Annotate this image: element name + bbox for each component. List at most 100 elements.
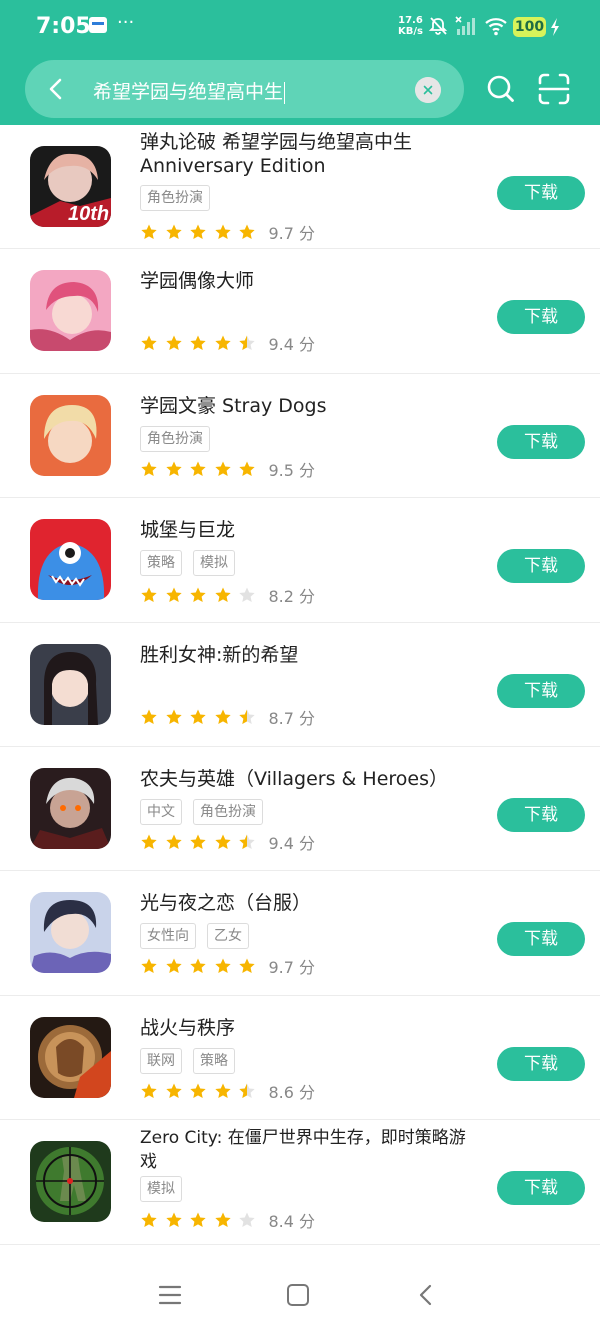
download-button[interactable]: 下载 — [497, 922, 585, 957]
net-speed-unit: KB/s — [398, 26, 423, 37]
recent-apps-icon[interactable] — [158, 1284, 182, 1306]
rating: 8.4 分 — [140, 1209, 315, 1231]
app-row[interactable]: 光与夜之恋（台服） 女性向 乙女 9.7 分 下载 — [0, 871, 600, 996]
rating-score: 9.5 分 — [268, 460, 316, 480]
tag-list: 模拟 — [140, 1176, 193, 1203]
scan-icon[interactable] — [537, 72, 571, 106]
app-icon: 10th — [30, 146, 111, 227]
search-input[interactable]: 希望学园与绝望高中生 — [93, 77, 286, 104]
tag: 乙女 — [207, 923, 249, 950]
download-button[interactable]: 下载 — [497, 176, 585, 210]
app-icon — [30, 892, 111, 974]
star-full-icon — [214, 587, 231, 603]
star-full-icon — [190, 709, 206, 724]
text-cursor — [284, 81, 286, 104]
rating-score: 9.7 分 — [268, 224, 316, 243]
net-speed: 17.6 KB/s — [398, 15, 423, 37]
tag: 角色扮演 — [140, 185, 210, 211]
star-full-icon — [190, 958, 206, 974]
star-full-icon — [141, 1083, 157, 1098]
star-half-icon — [239, 834, 255, 850]
download-button[interactable]: 下载 — [497, 1046, 585, 1081]
clear-icon[interactable] — [415, 77, 441, 103]
app-row[interactable]: 农夫与英雄（Villagers & Heroes） 中文 角色扮演 9.4 分 下… — [0, 747, 600, 872]
rating-score: 9.4 分 — [268, 335, 316, 355]
rating: 9.7 分 — [140, 955, 315, 977]
star-half-icon — [239, 709, 255, 724]
star-empty-icon — [239, 587, 255, 603]
app-row[interactable]: 战火与秩序 联网 策略 8.6 分 下载 — [0, 996, 600, 1121]
tag-list: 中文 角色扮演 — [140, 798, 274, 825]
download-button[interactable]: 下载 — [497, 424, 585, 459]
star-full-icon — [141, 1212, 157, 1228]
app-icon — [30, 767, 111, 849]
download-button[interactable]: 下载 — [497, 1171, 585, 1206]
star-full-icon — [214, 224, 231, 240]
star-full-icon — [214, 335, 231, 351]
tag-list: 女性向 乙女 — [140, 923, 260, 950]
star-full-icon — [190, 224, 206, 240]
download-button[interactable]: 下载 — [497, 549, 585, 584]
charging-icon — [551, 18, 559, 36]
app-row[interactable]: 城堡与巨龙 策略 模拟 8.2 分 下载 — [0, 498, 600, 623]
svg-text:10th: 10th — [68, 203, 109, 225]
app-icon — [30, 270, 111, 352]
tag-list: 角色扮演 — [140, 425, 221, 452]
top-header: 7:05 ··· 17.6 KB/s 100 希望学园与绝望高中生 — [0, 0, 600, 125]
star-full-icon — [239, 958, 255, 974]
tag: 角色扮演 — [193, 798, 263, 825]
app-row[interactable]: Zero City: 在僵尸世界中生存，即时策略游戏 模拟 8.4 分 下载 — [0, 1120, 600, 1245]
signal-icon — [455, 16, 475, 35]
app-icon — [30, 643, 111, 725]
rating: 9.4 分 — [140, 831, 315, 853]
tag: 模拟 — [140, 1176, 182, 1203]
app-name: 农夫与英雄（Villagers & Heroes） — [140, 767, 448, 790]
app-row[interactable]: 胜利女神:新的希望 8.7 分 下载 — [0, 623, 600, 747]
star-full-icon — [214, 709, 231, 724]
search-query-text: 希望学园与绝望高中生 — [93, 81, 284, 103]
rating-score: 9.7 分 — [268, 958, 316, 978]
download-button[interactable]: 下载 — [497, 673, 585, 708]
star-full-icon — [141, 958, 157, 974]
rating-score: 8.4 分 — [268, 1212, 316, 1232]
app-name: 学园文豪 Stray Dogs — [140, 394, 327, 417]
app-name: 战火与秩序 — [140, 1016, 236, 1039]
app-row[interactable]: 10th 弹丸论破 希望学园与绝望高中生 Anniversary Edition… — [0, 125, 600, 250]
star-full-icon — [165, 958, 182, 974]
star-full-icon — [141, 335, 157, 351]
tag-list: 策略 模拟 — [140, 550, 246, 577]
tag-list: 联网 策略 — [140, 1047, 246, 1074]
search-icon[interactable] — [484, 72, 518, 106]
star-full-icon — [165, 335, 182, 351]
rating: 8.7 分 — [140, 706, 315, 728]
search-bar[interactable]: 希望学园与绝望高中生 — [25, 60, 464, 118]
rating-score: 8.2 分 — [268, 587, 316, 607]
star-full-icon — [141, 709, 157, 724]
tag: 模拟 — [193, 550, 235, 577]
star-full-icon — [214, 1083, 231, 1098]
back-nav-icon[interactable] — [416, 1283, 436, 1307]
app-row[interactable]: 学园偶像大师 9.4 分 下载 — [0, 249, 600, 374]
star-half-icon — [239, 335, 255, 351]
download-button[interactable]: 下载 — [497, 300, 585, 335]
tag: 角色扮演 — [140, 425, 210, 452]
app-icon — [30, 1016, 111, 1098]
star-full-icon — [190, 335, 206, 351]
app-name: 胜利女神:新的希望 — [140, 643, 299, 666]
app-row[interactable]: 学园文豪 Stray Dogs 角色扮演 9.5 分 下载 — [0, 374, 600, 499]
download-button[interactable]: 下载 — [497, 797, 585, 832]
back-icon[interactable] — [43, 75, 71, 103]
mute-icon — [428, 17, 448, 35]
rating: 8.2 分 — [140, 584, 315, 606]
star-full-icon — [239, 461, 255, 476]
star-full-icon — [165, 834, 182, 850]
star-full-icon — [141, 461, 157, 476]
message-icon — [89, 17, 107, 33]
star-full-icon — [190, 834, 206, 850]
tag: 策略 — [193, 1047, 235, 1074]
star-full-icon — [141, 224, 157, 240]
app-icon — [30, 1141, 111, 1223]
home-icon[interactable] — [287, 1284, 309, 1306]
tag: 联网 — [140, 1047, 182, 1074]
more-notifications-icon: ··· — [117, 12, 135, 33]
